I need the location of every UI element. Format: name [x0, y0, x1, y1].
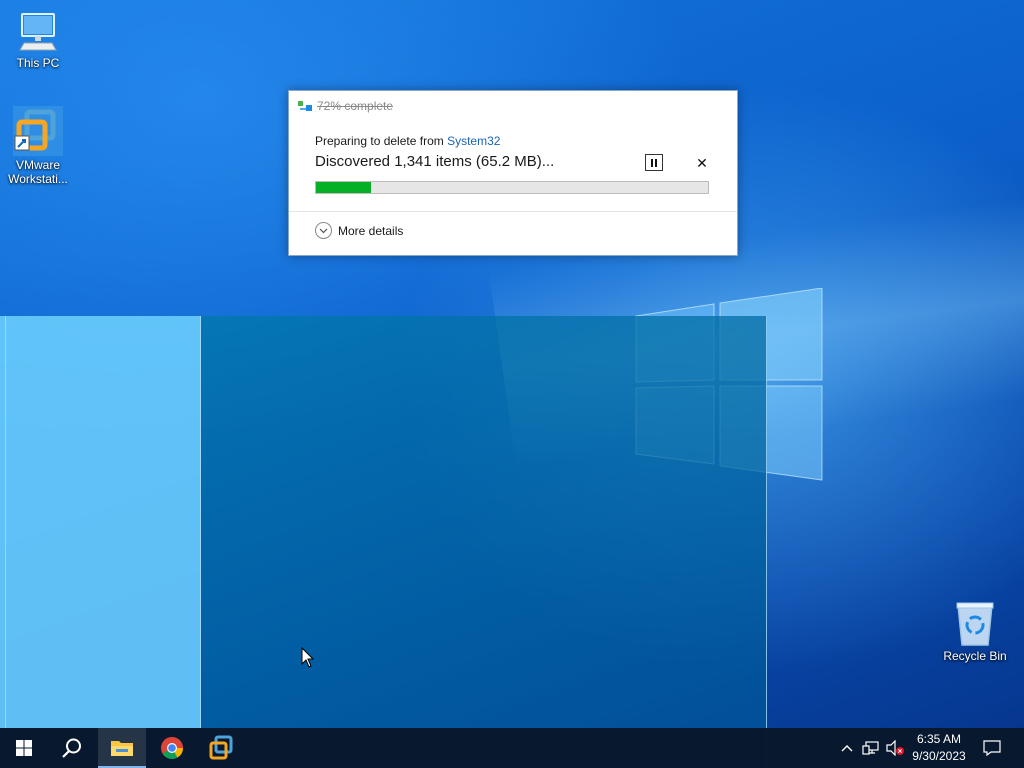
chrome-button[interactable] — [148, 728, 196, 768]
pause-button[interactable] — [645, 154, 663, 171]
network-icon — [862, 741, 879, 755]
volume-button[interactable] — [884, 728, 906, 768]
translucent-window-border — [766, 316, 767, 768]
file-operation-icon — [298, 101, 312, 111]
show-hidden-icons-button[interactable] — [838, 728, 856, 768]
notification-icon — [983, 740, 1001, 756]
file-explorer-button[interactable] — [98, 728, 146, 768]
chevron-down-icon — [315, 222, 332, 239]
vmware-icon — [13, 106, 63, 156]
search-button[interactable] — [48, 728, 96, 768]
delete-progress-dialog: 72% complete Preparing to delete from Sy… — [288, 90, 738, 256]
chrome-icon — [161, 737, 183, 759]
network-button[interactable] — [860, 728, 882, 768]
more-details-button[interactable]: More details — [315, 222, 403, 239]
dialog-title-bar[interactable]: 72% complete — [297, 97, 393, 115]
vmware-icon — [209, 735, 233, 760]
taskbar-clock[interactable]: 6:35 AM 9/30/2023 — [904, 731, 974, 765]
search-icon — [62, 738, 81, 758]
translucent-window-left — [0, 316, 201, 728]
dialog-divider — [289, 211, 737, 212]
close-icon: ✕ — [696, 155, 708, 171]
action-center-button[interactable] — [978, 728, 1006, 768]
preparing-label: Preparing to delete from — [315, 134, 448, 148]
chevron-up-icon — [841, 745, 853, 752]
desktop-icon-vmware[interactable]: VMware Workstati... — [0, 106, 76, 186]
delete-progress-bar — [315, 181, 709, 194]
pause-icon — [650, 158, 658, 167]
folder-icon — [111, 741, 133, 756]
cancel-delete-button[interactable]: ✕ — [693, 154, 711, 172]
mouse-cursor-icon — [301, 647, 315, 668]
dialog-title: 72% complete — [317, 99, 394, 113]
more-details-label: More details — [338, 223, 404, 238]
desktop-icon-recycle-bin[interactable]: Recycle Bin — [937, 601, 1013, 663]
windows-logo-icon — [16, 740, 32, 756]
desktop-icon-label: This PC — [16, 56, 60, 70]
vmware-button[interactable] — [197, 728, 245, 768]
translucent-window-main — [201, 316, 767, 728]
start-button[interactable] — [0, 728, 48, 768]
desktop-icon-label: Recycle Bin — [943, 649, 1007, 663]
desktop-icon-label: VMware Workstati... — [8, 158, 68, 186]
delete-source-text: Preparing to delete from System32 — [315, 134, 500, 148]
taskbar: 6:35 AM 9/30/2023 — [0, 728, 1024, 768]
volume-muted-icon — [886, 740, 904, 756]
clock-date: 9/30/2023 — [912, 749, 966, 763]
desktop-icon-this-pc[interactable]: This PC — [0, 10, 76, 70]
discovered-status: Discovered 1,341 items (65.2 MB)... — [315, 153, 555, 170]
source-folder-link[interactable]: System32 — [447, 134, 500, 148]
computer-icon — [19, 13, 57, 51]
clock-time: 6:35 AM — [916, 732, 962, 746]
progress-fill — [316, 182, 371, 193]
translucent-window-edge — [5, 316, 6, 728]
recycle-bin-icon — [956, 602, 994, 646]
